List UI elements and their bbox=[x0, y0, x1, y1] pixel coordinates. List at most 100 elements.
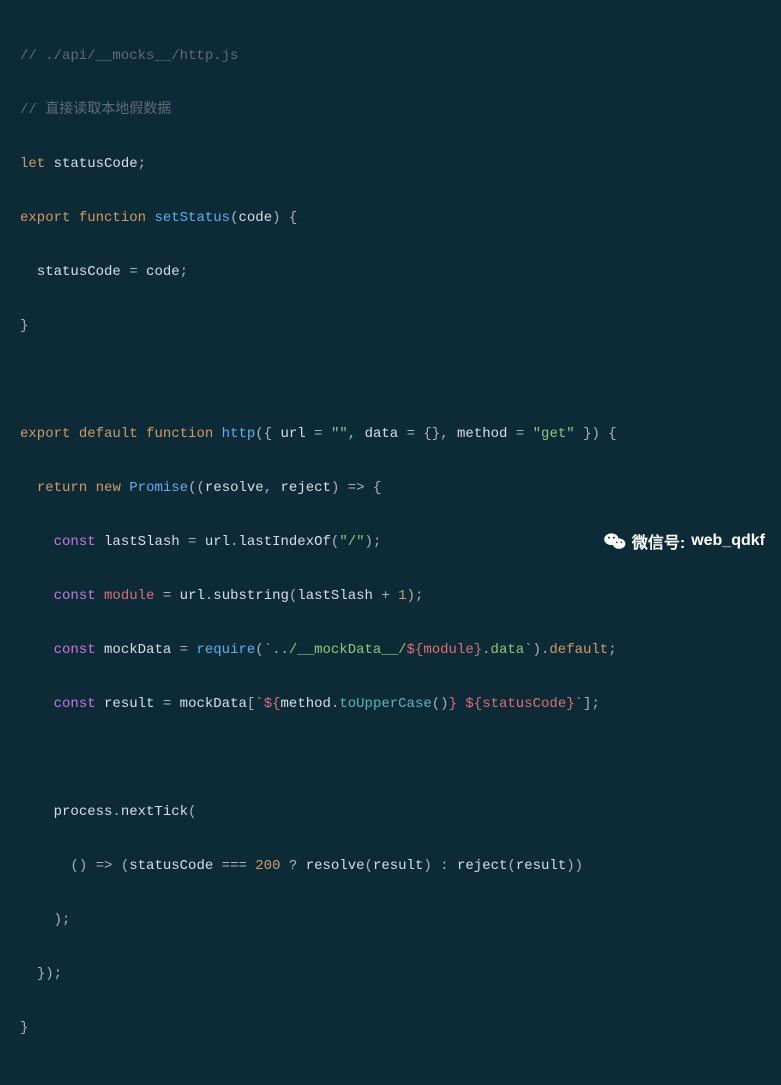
punct: ) bbox=[45, 966, 53, 982]
str-empty: "" bbox=[331, 426, 348, 442]
fn-substring: substring bbox=[213, 588, 289, 604]
str-mockpath-b: .data` bbox=[482, 642, 532, 658]
punct: } bbox=[37, 966, 45, 982]
bt-open: ` bbox=[255, 696, 263, 712]
var-lastSlash: lastSlash bbox=[297, 588, 373, 604]
code-line: statusCode = code; bbox=[20, 259, 761, 286]
punct: . bbox=[112, 804, 120, 820]
code-line bbox=[20, 745, 761, 772]
var-statusCode: statusCode bbox=[54, 156, 138, 172]
param-data: data bbox=[365, 426, 399, 442]
comment-path: // ./api/__mocks__/http.js bbox=[20, 48, 238, 64]
punct: ; bbox=[138, 156, 146, 172]
punct: = bbox=[154, 588, 179, 604]
punct: ; bbox=[373, 534, 381, 550]
var-mockData: mockData bbox=[180, 696, 247, 712]
punct: . bbox=[331, 696, 339, 712]
punct: = bbox=[306, 426, 331, 442]
cls-Promise: Promise bbox=[129, 480, 188, 496]
punct: ({ bbox=[255, 426, 280, 442]
var-result: result bbox=[373, 858, 423, 874]
punct: ; bbox=[415, 588, 423, 604]
watermark: 微信号: web_qdkf bbox=[604, 529, 765, 553]
wechat-icon bbox=[604, 532, 626, 550]
code-line: process.nextTick( bbox=[20, 799, 761, 826]
kw-export: export bbox=[20, 426, 70, 442]
punct: { bbox=[608, 426, 616, 442]
code-line: export default function http({ url = "",… bbox=[20, 421, 761, 448]
kw-const: const bbox=[54, 588, 96, 604]
comment-desc: // 直接读取本地假数据 bbox=[20, 102, 171, 118]
punct: ) bbox=[440, 696, 448, 712]
fn-lastIndexOf: lastIndexOf bbox=[239, 534, 331, 550]
str-slash: "/" bbox=[339, 534, 364, 550]
fn-http: http bbox=[222, 426, 256, 442]
var-statusCode: statusCode bbox=[129, 858, 213, 874]
code-line: let statusCode; bbox=[20, 151, 761, 178]
punct: => bbox=[87, 858, 121, 874]
punct: ) bbox=[272, 210, 280, 226]
num-one: 1 bbox=[398, 588, 406, 604]
punct: ) bbox=[575, 858, 583, 874]
kw-const: const bbox=[54, 696, 96, 712]
code-line: return new Promise((resolve, reject) => … bbox=[20, 475, 761, 502]
punct: }) bbox=[575, 426, 600, 442]
kw-function: function bbox=[79, 210, 146, 226]
param-url: url bbox=[281, 426, 306, 442]
code-line: const mockData = require(`../__mockData_… bbox=[20, 637, 761, 664]
kw-let: let bbox=[20, 156, 45, 172]
punct: ( bbox=[289, 588, 297, 604]
var-module: module bbox=[104, 588, 154, 604]
punct: , bbox=[440, 426, 457, 442]
punct: => bbox=[339, 480, 373, 496]
kw-default: default bbox=[79, 426, 138, 442]
punct: ( bbox=[255, 642, 263, 658]
bt-close: ` bbox=[575, 696, 583, 712]
punct: = bbox=[398, 426, 423, 442]
watermark-label: 微信号: bbox=[632, 529, 685, 553]
fn-resolve: resolve bbox=[306, 858, 365, 874]
kw-const: const bbox=[54, 642, 96, 658]
punct: ( bbox=[507, 858, 515, 874]
sp bbox=[457, 696, 465, 712]
punct: = bbox=[154, 696, 179, 712]
fn-require: require bbox=[196, 642, 255, 658]
kw-new: new bbox=[96, 480, 121, 496]
tmpl-open: ${ bbox=[407, 642, 424, 658]
tmpl-close: } bbox=[474, 642, 482, 658]
punct: ) bbox=[54, 912, 62, 928]
punct: : bbox=[432, 858, 457, 874]
fn-setStatus: setStatus bbox=[154, 210, 230, 226]
code-line: const result = mockData[`${method.toUppe… bbox=[20, 691, 761, 718]
kw-export: export bbox=[20, 210, 70, 226]
punct: ( bbox=[188, 804, 196, 820]
code-line: } bbox=[20, 313, 761, 340]
punct: ; bbox=[608, 642, 616, 658]
punct: } bbox=[20, 318, 28, 334]
str-get: "get" bbox=[533, 426, 575, 442]
code-line bbox=[20, 367, 761, 394]
var-lastSlash: lastSlash bbox=[104, 534, 180, 550]
punct: ? bbox=[281, 858, 306, 874]
punct: ( bbox=[121, 858, 129, 874]
punct: , bbox=[348, 426, 365, 442]
punct: . bbox=[205, 588, 213, 604]
punct: ; bbox=[54, 966, 62, 982]
var-method: method bbox=[281, 696, 331, 712]
str-mockpath-a: `../__mockData__/ bbox=[264, 642, 407, 658]
punct: ; bbox=[180, 264, 188, 280]
punct: ( bbox=[432, 696, 440, 712]
punct: = bbox=[507, 426, 532, 442]
num-200: 200 bbox=[255, 858, 280, 874]
punct: ( bbox=[70, 858, 78, 874]
fn-nextTick: nextTick bbox=[121, 804, 188, 820]
punct: ) bbox=[566, 858, 574, 874]
punct: } bbox=[20, 1020, 28, 1036]
var-code: code bbox=[146, 264, 180, 280]
kw-default: default bbox=[549, 642, 608, 658]
punct: [ bbox=[247, 696, 255, 712]
code-line: } bbox=[20, 1015, 761, 1042]
obj-process: process bbox=[54, 804, 113, 820]
punct: = bbox=[121, 264, 146, 280]
fn-toUpperCase: toUpperCase bbox=[339, 696, 431, 712]
